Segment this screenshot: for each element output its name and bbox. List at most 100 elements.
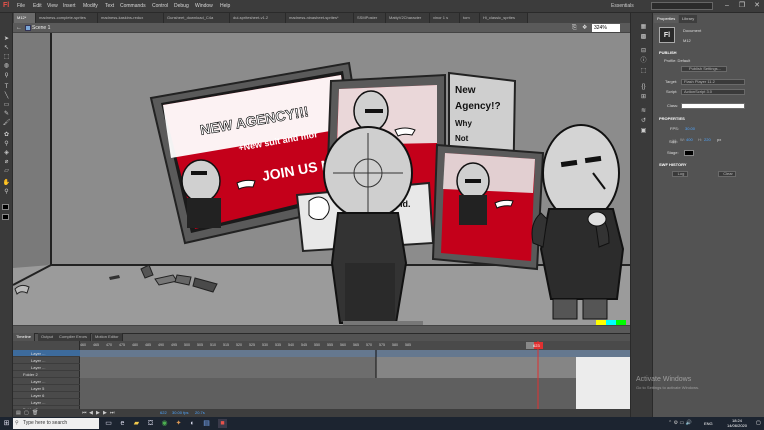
back-arrow-icon[interactable]: ← (16, 25, 22, 31)
motion-presets-icon[interactable]: ≋ (640, 108, 647, 115)
menu-control[interactable]: Control (152, 2, 168, 11)
stage-canvas[interactable]: NEW AGENCY!!! +New suit and mor JOIN US … (13, 33, 630, 325)
step-back-icon[interactable]: ◀ (89, 410, 93, 416)
layer-row[interactable]: Layer ... (13, 350, 80, 357)
layer-row[interactable]: Layer ... (13, 357, 80, 364)
height-value[interactable]: 220 (704, 137, 711, 143)
system-clock[interactable]: 18:24 14/06/2020 (720, 418, 754, 428)
tab-timeline[interactable]: Timeline (13, 333, 35, 341)
zoom-select[interactable]: 324% (592, 24, 620, 32)
task-view-icon[interactable]: ▭ (104, 419, 113, 428)
doc-tab[interactable]: MattyV2Character (386, 13, 430, 23)
layer-row[interactable]: Layer 6 (13, 392, 80, 399)
paint-bucket-tool-icon[interactable]: ◈ (2, 150, 11, 157)
class-input[interactable] (681, 103, 745, 109)
menu-help[interactable]: Help (220, 2, 230, 11)
tab-output[interactable]: Output (38, 333, 58, 341)
publish-settings-button[interactable]: Publish Settings... (681, 66, 727, 72)
new-layer-icon[interactable]: ▤ (16, 410, 21, 416)
swf-history-header[interactable]: SWF HISTORY (659, 162, 687, 168)
lasso-tool-icon[interactable]: ϙ (2, 72, 11, 79)
menu-debug[interactable]: Debug (174, 2, 189, 11)
tab-library[interactable]: Library (679, 15, 698, 23)
layer-row[interactable]: Layer ... (13, 399, 80, 406)
edge-icon[interactable]: e (118, 419, 127, 428)
fps-value[interactable]: 30.00 (685, 126, 695, 132)
menu-window[interactable]: Window (195, 2, 213, 11)
pencil-tool-icon[interactable]: ✎ (2, 111, 11, 118)
doc-tab[interactable]: Hi_classic_sprites (480, 13, 528, 23)
doc-tab[interactable]: tom (460, 13, 480, 23)
code-snippets-icon[interactable]: {} (640, 84, 647, 91)
goto-last-frame-icon[interactable]: ⏭ (110, 410, 115, 416)
notification-icon[interactable]: ▢ (756, 420, 761, 427)
width-value[interactable]: 400 (686, 137, 693, 143)
layer-row[interactable]: Layer 5 (13, 385, 80, 392)
app-icon[interactable]: ◐ (188, 419, 197, 428)
transform-panel-icon[interactable]: ⬚ (640, 68, 647, 75)
line-tool-icon[interactable]: ╲ (2, 93, 11, 100)
menu-insert[interactable]: Insert (63, 2, 76, 11)
info-panel-icon[interactable]: ⓘ (640, 58, 647, 65)
doc-tab[interactable]: xinor 1 s (430, 13, 460, 23)
layer-row[interactable]: Layer ... (13, 364, 80, 371)
clear-button[interactable]: Clear (718, 171, 736, 177)
restore-button[interactable]: ❐ (735, 1, 749, 11)
menu-text[interactable]: Text (105, 2, 114, 11)
doc-tab[interactable]: SSMPoster (354, 13, 386, 23)
menu-view[interactable]: View (47, 2, 58, 11)
close-button[interactable]: ✕ (750, 1, 764, 11)
eyedropper-tool-icon[interactable]: ⌀ (2, 159, 11, 166)
edit-symbols-icon[interactable]: ❖ (582, 24, 590, 32)
3d-rotation-tool-icon[interactable]: ◍ (2, 63, 11, 70)
brush-tool-icon[interactable]: 🖌 (2, 120, 11, 127)
animate-taskbar-icon[interactable]: ■ (218, 419, 227, 428)
scene-label[interactable]: Scene 1 (32, 24, 50, 32)
subselection-tool-icon[interactable]: ↖ (2, 45, 11, 52)
hand-tool-icon[interactable]: ✋ (2, 180, 11, 187)
stage-color-swatch[interactable] (684, 150, 694, 156)
fill-color-swatch[interactable] (2, 214, 9, 220)
menu-modify[interactable]: Modify (83, 2, 98, 11)
store-icon[interactable]: ⛋ (146, 419, 155, 428)
color-panel-icon[interactable]: ▦ (640, 24, 647, 31)
doc-tab[interactable]: madness-complete-sprites (36, 13, 98, 23)
rectangle-tool-icon[interactable]: ▭ (2, 102, 11, 109)
minimize-button[interactable]: – (720, 1, 734, 11)
doc-tab[interactable]: Gunsheet_download_C4a (164, 13, 230, 23)
workspace-switcher[interactable]: Essentials (611, 2, 634, 11)
windows-start-icon[interactable]: ⊞ (2, 419, 11, 428)
app-icon[interactable]: ✦ (174, 419, 183, 428)
folder-row[interactable]: Folder 2 (13, 371, 80, 378)
free-transform-tool-icon[interactable]: ⬚ (2, 54, 11, 61)
zoom-tool-icon[interactable]: ⚲ (2, 189, 11, 196)
tab-motion-editor[interactable]: Motion Editor (92, 333, 123, 341)
tab-compiler-errors[interactable]: Compiler Errors (56, 333, 92, 341)
delete-layer-icon[interactable]: 🗑 (32, 410, 38, 416)
current-frame-readout[interactable]: 622 (160, 410, 167, 416)
step-forward-icon[interactable]: ▶ (103, 410, 107, 416)
help-search-input[interactable] (651, 2, 713, 10)
text-tool-icon[interactable]: T (2, 84, 11, 91)
swatches-panel-icon[interactable]: ▩ (640, 34, 647, 41)
align-panel-icon[interactable]: ⊟ (640, 48, 647, 55)
menu-file[interactable]: File (17, 2, 25, 11)
deco-tool-icon[interactable]: ✿ (2, 132, 11, 139)
selection-tool-icon[interactable]: ➤ (2, 36, 11, 43)
goto-first-frame-icon[interactable]: ⏮ (82, 410, 87, 416)
play-icon[interactable]: ▶ (96, 410, 100, 416)
tab-properties[interactable]: Properties (654, 15, 679, 23)
doc-tab[interactable]: madness-kaskins-redux (98, 13, 164, 23)
new-folder-icon[interactable]: ▢ (24, 410, 29, 416)
doc-tab[interactable]: M12* (14, 13, 36, 23)
app-icon[interactable]: ▤ (202, 419, 211, 428)
file-explorer-icon[interactable]: ▰ (132, 419, 141, 428)
bone-tool-icon[interactable]: ⚲ (2, 141, 11, 148)
doc-tab[interactable]: madness-ninasheet-sprites* (286, 13, 354, 23)
edit-scene-icon[interactable]: ⎘ (572, 24, 580, 32)
publish-section-header[interactable]: PUBLISH (659, 50, 677, 56)
eraser-tool-icon[interactable]: ▱ (2, 168, 11, 175)
stage-horizontal-scrollbar[interactable] (13, 325, 630, 333)
doc-tab[interactable]: dui-spritesheet-v1.2 (230, 13, 286, 23)
log-button[interactable]: Log (672, 171, 688, 177)
